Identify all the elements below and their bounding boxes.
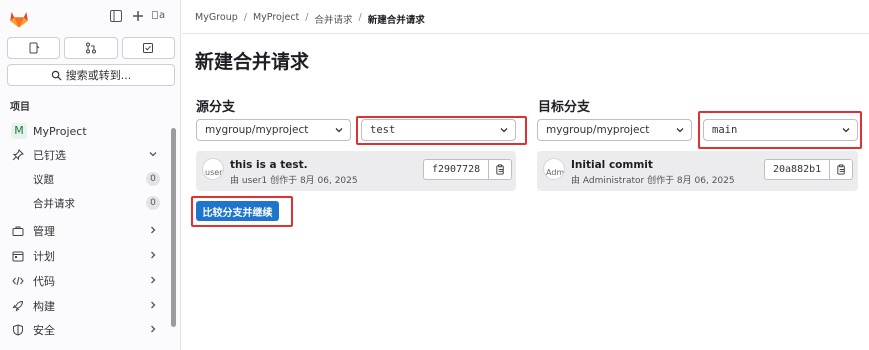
sidebar-item-label: MyProject	[33, 124, 87, 138]
copy-sha-button[interactable]	[489, 160, 511, 179]
sidebar-item-pinned[interactable]: 已钉选	[6, 144, 164, 166]
compare-branches-button[interactable]: 比较分支并继续	[196, 201, 279, 221]
project-avatar: M	[11, 123, 27, 139]
target-commit-title[interactable]: Initial commit	[571, 159, 653, 171]
target-commit-meta: 由 Administrator 创作于 8月 06, 2025	[571, 176, 735, 186]
copy-sha-button[interactable]	[830, 160, 852, 179]
breadcrumb: MyGroup / MyProject / 合并请求 / 新建合并请求	[195, 12, 425, 26]
breadcrumb-item-current: 新建合并请求	[367, 15, 425, 26]
breadcrumb-separator: /	[243, 12, 247, 23]
source-branch-value: test	[370, 124, 396, 136]
sidebar-header: a	[0, 0, 181, 36]
sidebar-item-build[interactable]: 构建	[6, 295, 164, 317]
sidebar-item-label: 安全	[33, 324, 55, 337]
sidebar-item-merge-requests[interactable]: 合并请求 0	[6, 193, 164, 213]
sidebar-item-plan[interactable]: 计划	[6, 245, 164, 267]
count-badge: 0	[146, 196, 160, 210]
merge-requests-button[interactable]	[64, 37, 118, 59]
target-branch-title: 目标分支	[538, 100, 591, 115]
source-project-value: mygroup/myproject	[205, 124, 309, 136]
target-project-select[interactable]: mygroup/myproject	[537, 119, 692, 141]
search-button[interactable]: 搜索或转到...	[7, 64, 175, 86]
sidebar-toggle-icon[interactable]	[108, 10, 124, 26]
sidebar-scrollbar[interactable]	[171, 128, 176, 327]
sidebar-item-security[interactable]: 安全	[6, 319, 164, 341]
count-badge: 0	[146, 172, 160, 186]
shield-icon	[11, 323, 25, 337]
target-commit-avatar: Adm	[543, 158, 565, 180]
briefcase-icon	[11, 224, 25, 238]
sidebar-item-label: 议题	[33, 173, 54, 186]
issues-icon	[29, 42, 40, 54]
user-avatar[interactable]: a	[152, 11, 170, 23]
rocket-icon	[11, 299, 25, 313]
source-commit-avatar: user	[202, 158, 224, 180]
chevron-down-icon	[499, 125, 509, 135]
calendar-icon	[11, 249, 25, 263]
page-title: 新建合并请求	[195, 51, 310, 73]
todo-button[interactable]	[121, 37, 175, 59]
source-commit-title[interactable]: this is a test.	[230, 159, 308, 171]
issues-button[interactable]	[7, 37, 61, 59]
plus-icon[interactable]	[130, 10, 146, 26]
chevron-right-icon	[148, 300, 158, 310]
source-commit-card: user this is a test. 由 user1 创作于 8月 06, …	[196, 151, 516, 191]
copy-icon	[837, 164, 845, 175]
target-commit-card: Adm Initial commit 由 Administrator 创作于 8…	[537, 151, 858, 191]
todo-icon	[143, 43, 154, 53]
sidebar-quick-actions	[7, 37, 175, 59]
source-branch-select[interactable]: test	[361, 119, 516, 141]
chevron-right-icon	[148, 250, 158, 260]
chevron-right-icon	[148, 225, 158, 235]
chevron-down-icon	[334, 125, 344, 135]
source-commit-sha[interactable]: f2907728	[424, 160, 490, 179]
sidebar: a 搜索或转到... 项目 M MyProject 已钉选 议题 0 合并请求 …	[0, 0, 181, 350]
sidebar-item-label: 构建	[33, 300, 55, 313]
breadcrumb-item-group[interactable]: MyGroup	[195, 12, 238, 26]
search-icon	[51, 70, 62, 81]
chevron-down-icon	[841, 125, 851, 135]
sidebar-item-label: 合并请求	[33, 197, 75, 210]
chevron-right-icon	[148, 275, 158, 285]
pin-icon	[11, 148, 25, 162]
target-branch-value: main	[712, 124, 738, 136]
chevron-down-icon	[148, 149, 158, 159]
sidebar-item-label: 已钉选	[33, 149, 66, 162]
breadcrumb-item-merge-requests[interactable]: 合并请求	[314, 12, 352, 26]
search-label: 搜索或转到...	[65, 69, 132, 82]
sidebar-item-label: 管理	[33, 225, 55, 238]
breadcrumb-separator: /	[305, 12, 309, 23]
source-branch-title: 源分支	[196, 100, 236, 115]
target-branch-select[interactable]: main	[703, 119, 858, 141]
sidebar-item-code[interactable]: 代码	[6, 270, 164, 292]
header-divider	[182, 33, 869, 34]
chevron-down-icon	[675, 125, 685, 135]
gitlab-logo-icon[interactable]	[9, 9, 29, 29]
merge-request-icon	[85, 42, 96, 54]
breadcrumb-separator: /	[358, 12, 362, 23]
sidebar-item-label: 计划	[33, 250, 55, 263]
target-commit-sha-group: 20a882b1	[764, 159, 854, 180]
copy-icon	[496, 164, 504, 175]
sidebar-item-project[interactable]: M MyProject	[6, 120, 164, 142]
source-commit-sha-group: f2907728	[423, 159, 513, 180]
chevron-right-icon	[148, 324, 158, 334]
sidebar-item-issues[interactable]: 议题 0	[6, 169, 164, 189]
sidebar-section-label: 项目	[10, 102, 30, 113]
source-commit-meta: 由 user1 创作于 8月 06, 2025	[230, 176, 358, 186]
source-project-select[interactable]: mygroup/myproject	[196, 119, 351, 141]
sidebar-item-label: 代码	[33, 275, 55, 288]
code-icon	[11, 274, 25, 288]
sidebar-item-manage[interactable]: 管理	[6, 220, 164, 242]
target-commit-sha[interactable]: 20a882b1	[765, 160, 831, 179]
target-project-value: mygroup/myproject	[546, 124, 650, 136]
breadcrumb-item-project[interactable]: MyProject	[253, 12, 299, 26]
